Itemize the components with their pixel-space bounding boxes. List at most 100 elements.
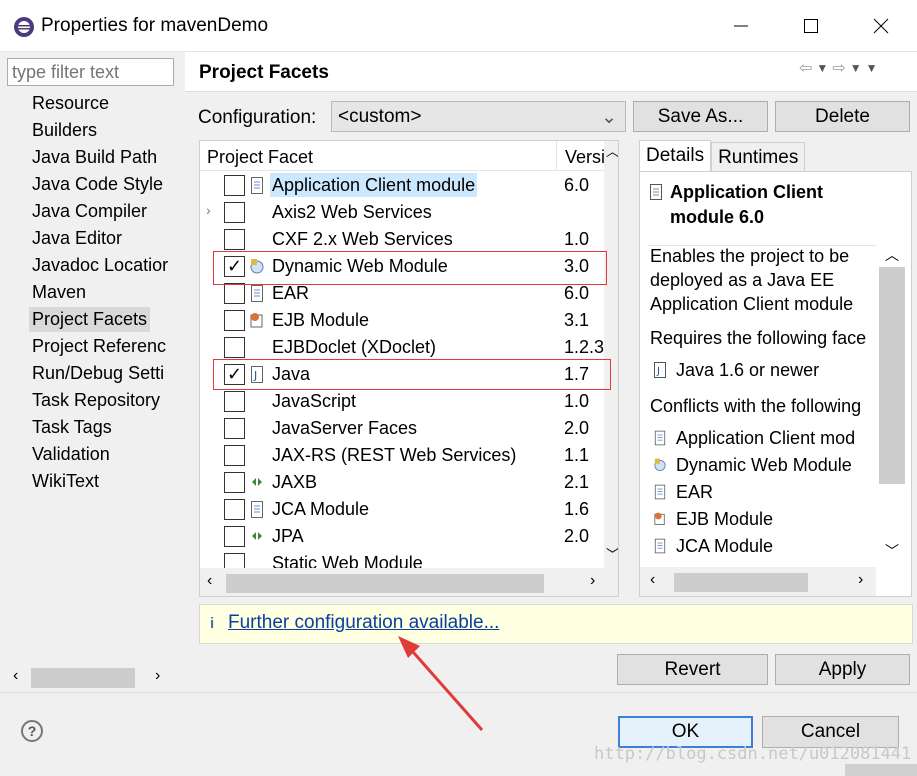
facet-row[interactable]: EJB Module 3.1 [200,307,605,334]
facet-checkbox[interactable] [224,499,245,520]
facet-version[interactable]: 1.7 [564,362,589,386]
facet-checkbox[interactable] [224,418,245,439]
facet-checkbox[interactable] [224,229,245,250]
tree-item[interactable]: Task Repository [29,388,163,413]
scroll-thumb[interactable] [226,574,544,593]
facet-row[interactable]: JAXB 2.1 [200,469,605,496]
tab-runtimes[interactable]: Runtimes [711,142,806,172]
save-as-button[interactable]: Save As... [633,101,768,132]
left-horizontal-scrollbar[interactable]: ‹ › [7,665,174,691]
facet-vertical-scrollbar[interactable]: ︿ ﹀ [604,141,618,568]
facet-checkbox[interactable] [224,337,245,358]
revert-button[interactable]: Revert [617,654,768,685]
facet-row[interactable]: EAR 6.0 [200,280,605,307]
facet-checkbox[interactable] [224,283,245,304]
facet-checkbox[interactable]: ✓ [224,364,245,385]
scroll-right-icon[interactable]: › [590,572,595,590]
back-arrow-icon[interactable]: ⇦ [799,58,812,78]
facet-row[interactable]: EJBDoclet (XDoclet) 1.2.3 [200,334,605,361]
view-menu-icon[interactable]: ▼ [866,61,878,78]
facet-version[interactable]: 1.2.3 [564,335,604,359]
tree-item[interactable]: Project Referenc [29,334,169,359]
facet-version[interactable]: 1.0 [564,389,589,413]
forward-dropdown-icon[interactable]: ▼ [850,61,862,78]
facet-row[interactable]: › Axis2 Web Services [200,199,605,226]
column-header-facet[interactable]: Project Facet [207,147,313,168]
scroll-up-icon[interactable]: ︿ [606,141,618,160]
facet-checkbox[interactable] [224,202,245,223]
maximize-button[interactable] [776,0,846,52]
tree-item[interactable]: Javadoc Locatior [29,253,171,278]
facet-version[interactable]: 1.1 [564,443,589,467]
tree-item[interactable]: Validation [29,442,113,467]
facet-row[interactable]: ✓ J Java 1.7 [200,361,605,388]
facet-row[interactable]: JCA Module 1.6 [200,496,605,523]
scroll-down-icon[interactable]: ﹀ [606,544,618,563]
scroll-left-icon[interactable]: ‹ [13,667,18,685]
facet-name: JavaScript [272,391,357,411]
facet-checkbox[interactable] [224,445,245,466]
scroll-left-icon[interactable]: ‹ [650,571,655,589]
facet-checkbox[interactable] [224,310,245,331]
apply-button[interactable]: Apply [775,654,910,685]
tree-item[interactable]: Builders [29,118,100,143]
tree-item[interactable]: Java Compiler [29,199,150,224]
facet-version[interactable]: 2.0 [564,416,589,440]
facet-row[interactable]: JPA 2.0 [200,523,605,550]
minimize-icon [734,25,748,27]
facet-row[interactable]: JavaServer Faces 2.0 [200,415,605,442]
configuration-select[interactable]: <custom> ⌄ [331,101,626,132]
scroll-up-icon[interactable]: ︿ [885,245,899,265]
facet-checkbox[interactable] [224,175,245,196]
facet-row[interactable]: JAX-RS (REST Web Services) 1.1 [200,442,605,469]
scroll-thumb[interactable] [31,668,135,688]
facet-row[interactable]: CXF 2.x Web Services 1.0 [200,226,605,253]
tree-item[interactable]: Task Tags [29,415,115,440]
facet-version[interactable]: 1.0 [564,227,589,251]
delete-button[interactable]: Delete [775,101,910,132]
column-divider[interactable] [556,141,557,171]
tree-item[interactable]: WikiText [29,469,102,494]
facet-version[interactable]: 3.0 [564,254,589,278]
close-button[interactable] [846,0,916,52]
tree-item[interactable]: Java Editor [29,226,125,251]
facet-row[interactable]: JavaScript 1.0 [200,388,605,415]
resize-grip[interactable] [845,764,917,776]
forward-arrow-icon[interactable]: ⇨ [832,58,845,78]
expand-chevron-icon[interactable]: › [206,202,211,218]
details-horizontal-scrollbar[interactable]: ‹ › [640,567,876,596]
facet-row[interactable]: Application Client module 6.0 [200,172,605,199]
tab-details[interactable]: Details [639,140,712,172]
help-icon[interactable]: ? [21,720,43,742]
scroll-right-icon[interactable]: › [858,571,863,589]
tree-item[interactable]: Maven [29,280,89,305]
facet-version[interactable]: 6.0 [564,281,589,305]
facet-name: CXF 2.x Web Services [272,229,453,249]
facet-checkbox[interactable] [224,526,245,547]
column-header-version[interactable]: Versi [565,147,605,168]
scroll-thumb[interactable] [879,267,905,484]
tree-item[interactable]: Project Facets [29,307,151,332]
tree-item[interactable]: Run/Debug Setti [29,361,167,386]
facet-version[interactable]: 6.0 [564,173,589,197]
details-vertical-scrollbar[interactable]: ︿ ﹀ [876,245,910,568]
scroll-right-icon[interactable]: › [155,667,160,685]
facet-version[interactable]: 1.6 [564,497,589,521]
facet-checkbox[interactable]: ✓ [224,256,245,277]
facet-version[interactable]: 3.1 [564,308,589,332]
scroll-left-icon[interactable]: ‹ [207,572,212,590]
scroll-down-icon[interactable]: ﹀ [885,541,899,561]
tree-item[interactable]: Java Build Path [29,145,160,170]
facet-row[interactable]: ✓ Dynamic Web Module 3.0 [200,253,605,280]
tree-item[interactable]: Resource [29,91,112,116]
back-dropdown-icon[interactable]: ▼ [816,61,828,78]
filter-input[interactable] [7,58,174,86]
minimize-button[interactable] [706,0,776,52]
scroll-thumb[interactable] [674,573,808,592]
facet-version[interactable]: 2.1 [564,470,589,494]
facet-checkbox[interactable] [224,391,245,412]
facet-checkbox[interactable] [224,472,245,493]
tree-item[interactable]: Java Code Style [29,172,166,197]
facet-version[interactable]: 2.0 [564,524,589,548]
facet-horizontal-scrollbar[interactable]: ‹ › [200,568,618,596]
